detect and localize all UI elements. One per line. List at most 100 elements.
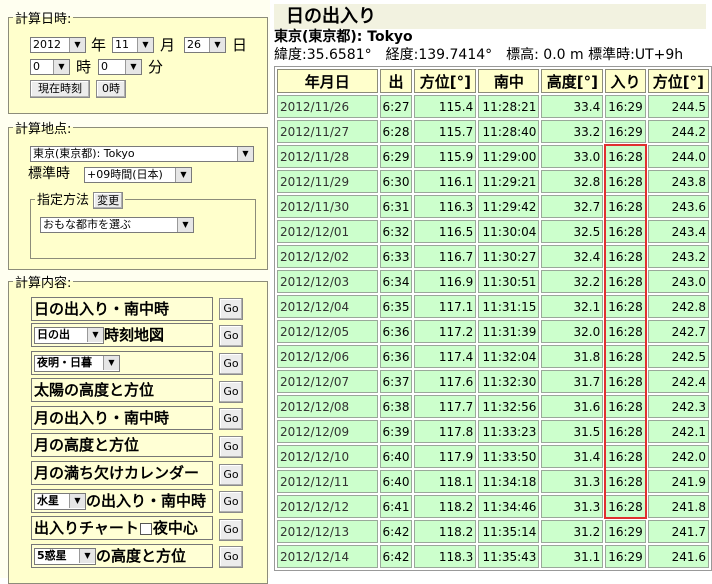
cell-rise-azimuth: 118.3 (414, 545, 477, 568)
month-select[interactable]: 11 ▼ (112, 37, 154, 53)
col-date-header: 年月日 (277, 69, 378, 93)
cell-transit: 11:31:39 (478, 320, 540, 343)
item-time-map: 日の出 ▼ 時刻地図 (31, 323, 213, 347)
item-label: 日の出入り・南中時 (34, 300, 170, 318)
cell-date: 2012/12/03 (277, 270, 378, 293)
go-button[interactable]: Go (219, 408, 243, 430)
table-row: 2012/11/26 6:27 115.4 11:28:21 33.4 16:29 244.… (277, 95, 709, 118)
cell-date: 2012/12/01 (277, 220, 378, 243)
cell-set: 16:28 (605, 345, 646, 368)
method-legend: 指定方法 変更 (35, 189, 125, 209)
item-sunrise-sunset: 日の出入り・南中時 (31, 297, 213, 321)
timezone-select[interactable]: +09時間(日本) ▼ (84, 167, 192, 183)
cell-transit: 11:33:50 (478, 445, 540, 468)
cell-altitude: 31.3 (541, 470, 604, 493)
go-button[interactable]: Go (219, 491, 243, 513)
night-center-checkbox[interactable] (139, 522, 152, 535)
cell-rise-azimuth: 118.2 (414, 495, 477, 518)
item-sun-altitude: 太陽の高度と方位 (31, 378, 213, 402)
city-select[interactable]: 東京(東京都): Tokyo ▼ (30, 146, 254, 162)
cell-rise: 6:36 (379, 320, 413, 343)
cell-rise: 6:42 (379, 520, 413, 543)
cell-altitude: 32.8 (541, 170, 604, 193)
cell-transit: 11:30:04 (478, 220, 540, 243)
item-label: 出入りチャート (34, 519, 139, 537)
cell-set-azimuth: 243.4 (647, 220, 709, 243)
cell-rise: 6:42 (379, 545, 413, 568)
day-select[interactable]: 26 ▼ (184, 37, 226, 53)
cell-altitude: 32.2 (541, 270, 604, 293)
cell-rise: 6:28 (379, 120, 413, 143)
cell-set-azimuth: 242.1 (647, 420, 709, 443)
item-select[interactable]: 5惑星 ▼ (34, 548, 96, 565)
cell-date: 2012/11/27 (277, 120, 378, 143)
cell-transit: 11:29:42 (478, 195, 540, 218)
cell-date: 2012/11/28 (277, 145, 378, 168)
cell-date: 2012/11/26 (277, 95, 378, 118)
table-row: 2012/11/29 6:30 116.1 11:29:21 32.8 16:28 243.… (277, 170, 709, 193)
go-button[interactable]: Go (219, 436, 243, 458)
item-select[interactable]: 夜明・日暮 ▼ (34, 355, 120, 372)
cell-set-azimuth: 244.2 (647, 120, 709, 143)
table-row: 2012/11/27 6:28 115.7 11:28:40 33.2 16:29 244.… (277, 120, 709, 143)
table-row: 2012/12/04 6:35 117.1 11:31:15 32.1 16:28 242.… (277, 295, 709, 318)
minute-select[interactable]: 0 ▼ (98, 59, 142, 75)
cell-set-azimuth: 242.8 (647, 295, 709, 318)
col-set-header: 入り (605, 69, 646, 93)
chevron-down-icon: ▼ (177, 218, 193, 232)
year-select[interactable]: 2012 ▼ (30, 37, 86, 53)
go-button[interactable]: Go (219, 325, 243, 347)
go-button[interactable]: Go (219, 519, 243, 541)
cell-set: 16:29 (605, 545, 646, 568)
cell-transit: 11:30:51 (478, 270, 540, 293)
cell-date: 2012/12/09 (277, 420, 378, 443)
day-unit: 日 (232, 36, 248, 54)
table-body: 2012/11/26 6:27 115.4 11:28:21 33.4 16:29 244.… (277, 95, 709, 568)
item-select[interactable]: 日の出 ▼ (34, 327, 104, 344)
cell-set-azimuth: 241.9 (647, 470, 709, 493)
go-button[interactable]: Go (219, 353, 243, 375)
item-select[interactable]: 水星 ▼ (34, 493, 86, 510)
item-planets-altitude: 5惑星 ▼ の高度と方位 (31, 544, 213, 568)
go-button[interactable]: Go (219, 381, 243, 403)
table-row: 2012/12/11 6:40 118.1 11:34:18 31.3 16:28 241.… (277, 470, 709, 493)
method-select[interactable]: おもな都市を選ぶ ▼ (40, 217, 194, 233)
table-header-row: 年月日 出 方位[°] 南中 高度[°] 入り 方位[°] (277, 69, 709, 93)
cell-set-azimuth: 242.4 (647, 370, 709, 393)
cell-rise-azimuth: 117.2 (414, 320, 477, 343)
cell-set: 16:29 (605, 520, 646, 543)
chevron-down-icon: ▼ (69, 38, 85, 52)
table-row: 2012/12/13 6:42 118.2 11:35:14 31.2 16:29 241.… (277, 520, 709, 543)
cell-rise: 6:40 (379, 445, 413, 468)
cell-rise-azimuth: 118.1 (414, 470, 477, 493)
cell-transit: 11:32:04 (478, 345, 540, 368)
hour-select[interactable]: 0 ▼ (30, 59, 70, 75)
cell-rise: 6:35 (379, 295, 413, 318)
cell-altitude: 31.8 (541, 345, 604, 368)
item-moon-phase-calendar: 月の満ち欠けカレンダー (31, 461, 213, 485)
chevron-down-icon: ▼ (237, 147, 253, 161)
cell-set: 16:28 (605, 295, 646, 318)
timezone-label: 標準時 (28, 166, 70, 182)
chevron-down-icon: ▼ (175, 168, 191, 182)
cell-altitude: 32.1 (541, 295, 604, 318)
cell-transit: 11:28:40 (478, 120, 540, 143)
go-button[interactable]: Go (219, 298, 243, 320)
cell-rise: 6:31 (379, 195, 413, 218)
cell-set: 16:29 (605, 95, 646, 118)
now-button[interactable]: 現在時刻 (30, 80, 90, 98)
go-button[interactable]: Go (219, 464, 243, 486)
item-label: 月の高度と方位 (34, 436, 140, 454)
cell-set: 16:28 (605, 320, 646, 343)
table-row: 2012/12/09 6:39 117.8 11:33:23 31.5 16:28 242.… (277, 420, 709, 443)
change-button[interactable]: 変更 (93, 192, 124, 209)
cell-set: 16:28 (605, 245, 646, 268)
cell-altitude: 31.1 (541, 545, 604, 568)
chevron-down-icon: ▼ (137, 38, 153, 52)
cell-set: 16:28 (605, 170, 646, 193)
cell-rise-azimuth: 117.8 (414, 420, 477, 443)
cell-date: 2012/12/04 (277, 295, 378, 318)
zero-hour-button[interactable]: 0時 (96, 80, 126, 98)
go-button[interactable]: Go (219, 546, 243, 568)
table-row: 2012/12/07 6:37 117.6 11:32:30 31.7 16:28 242.… (277, 370, 709, 393)
